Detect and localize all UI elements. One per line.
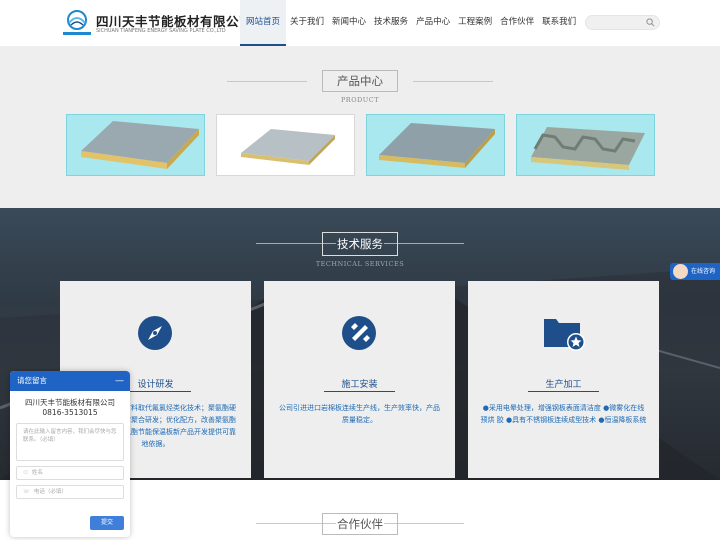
search-input[interactable] — [585, 15, 660, 30]
products-title: 产品中心 — [322, 70, 398, 92]
main-nav: 网站首页 关于我们 新闻中心 技术服务 产品中心 工程案例 合作伙伴 联系我们 — [240, 0, 580, 46]
tech-title-en: TECHNICAL SERVICES — [315, 260, 405, 268]
partners-title: 合作伙伴 — [322, 513, 398, 535]
service-underline — [324, 391, 395, 392]
product-card[interactable] — [216, 114, 355, 176]
service-name: 施工安装 — [341, 380, 378, 390]
message-content-input[interactable]: 请在此输入留言内容，我们会尽快与您联系。（必填） — [16, 423, 124, 461]
nav-item-tech[interactable]: 技术服务 — [370, 0, 412, 46]
submit-button[interactable]: 提交 — [90, 516, 124, 530]
rockwool-panel-image — [241, 129, 335, 165]
phone-placeholder: 电话（必填） — [33, 489, 67, 495]
message-widget-title: 请您留言 — [17, 376, 47, 385]
nav-item-products[interactable]: 产品中心 — [412, 0, 454, 46]
company-logo[interactable] — [60, 9, 94, 37]
user-icon: ⚇ — [23, 470, 28, 476]
nav-item-contact[interactable]: 联系我们 — [538, 0, 580, 46]
wrench-icon — [342, 316, 376, 350]
minimize-icon[interactable]: — — [115, 371, 124, 391]
service-card-production[interactable]: 生产加工 ●采用电晕处理，增强钢板表面清洁度 ●微雾化在线预烘 胶 ●具有不锈钢… — [468, 281, 659, 478]
message-widget: 请您留言 — 四川天丰节能板材有限公司0816-3513015 请在此输入留言内… — [10, 371, 130, 537]
message-company-info: 四川天丰节能板材有限公司0816-3513015 — [25, 398, 115, 417]
name-placeholder: 姓名 — [31, 470, 43, 476]
tech-title: 技术服务 — [322, 232, 398, 256]
service-card-install[interactable]: 施工安装 公司引进进口岩棉板连续生产线，生产效率快，产品质量稳定。 — [264, 281, 455, 478]
products-heading: 产品中心 PRODUCT — [0, 70, 720, 104]
online-consult-label: 在线咨询 — [691, 268, 716, 275]
service-name: 生产加工 — [545, 380, 582, 390]
message-widget-header[interactable]: 请您留言 — — [10, 371, 130, 391]
service-description: ●采用电晕处理，增强钢板表面清洁度 ●微雾化在线预烘 胶 ●具有不锈钢板连续成型… — [480, 404, 647, 424]
phone-icon: ☏ — [23, 489, 30, 495]
product-card[interactable] — [516, 114, 655, 176]
folder-star-icon — [544, 319, 585, 351]
nav-item-news[interactable]: 新闻中心 — [328, 0, 370, 46]
product-card[interactable] — [366, 114, 505, 176]
avatar — [673, 264, 688, 279]
corrugated-panel-image — [531, 127, 645, 170]
service-underline — [120, 391, 191, 392]
nav-item-partners[interactable]: 合作伙伴 — [496, 0, 538, 46]
phone-field[interactable]: ☏ 电话（必填） — [16, 485, 124, 499]
products-title-en: PRODUCT — [340, 96, 380, 104]
insulation-board-image — [379, 123, 495, 168]
tech-heading: 技术服务 TECHNICAL SERVICES — [0, 232, 720, 268]
products-section: 产品中心 PRODUCT — [0, 46, 720, 208]
nav-item-home[interactable]: 网站首页 — [240, 0, 287, 46]
sandwich-panel-image — [81, 121, 199, 169]
compass-icon — [138, 316, 172, 350]
nav-item-cases[interactable]: 工程案例 — [454, 0, 496, 46]
site-header: 四川天丰节能板材有限公司 SICHUAN TIANFENG ENERGY SAV… — [0, 0, 720, 46]
online-consult-button[interactable]: 在线咨询 — [670, 263, 720, 280]
service-underline — [528, 391, 599, 392]
service-description: 公司引进进口岩棉板连续生产线，生产效率快，产品质量稳定。 — [279, 404, 440, 424]
name-field[interactable]: ⚇ 姓名 — [16, 466, 124, 480]
brand-name-en: SICHUAN TIANFENG ENERGY SAVING PLATE CO.… — [96, 28, 226, 34]
product-card[interactable] — [66, 114, 205, 176]
nav-item-about[interactable]: 关于我们 — [286, 0, 328, 46]
search-icon[interactable] — [646, 18, 655, 27]
